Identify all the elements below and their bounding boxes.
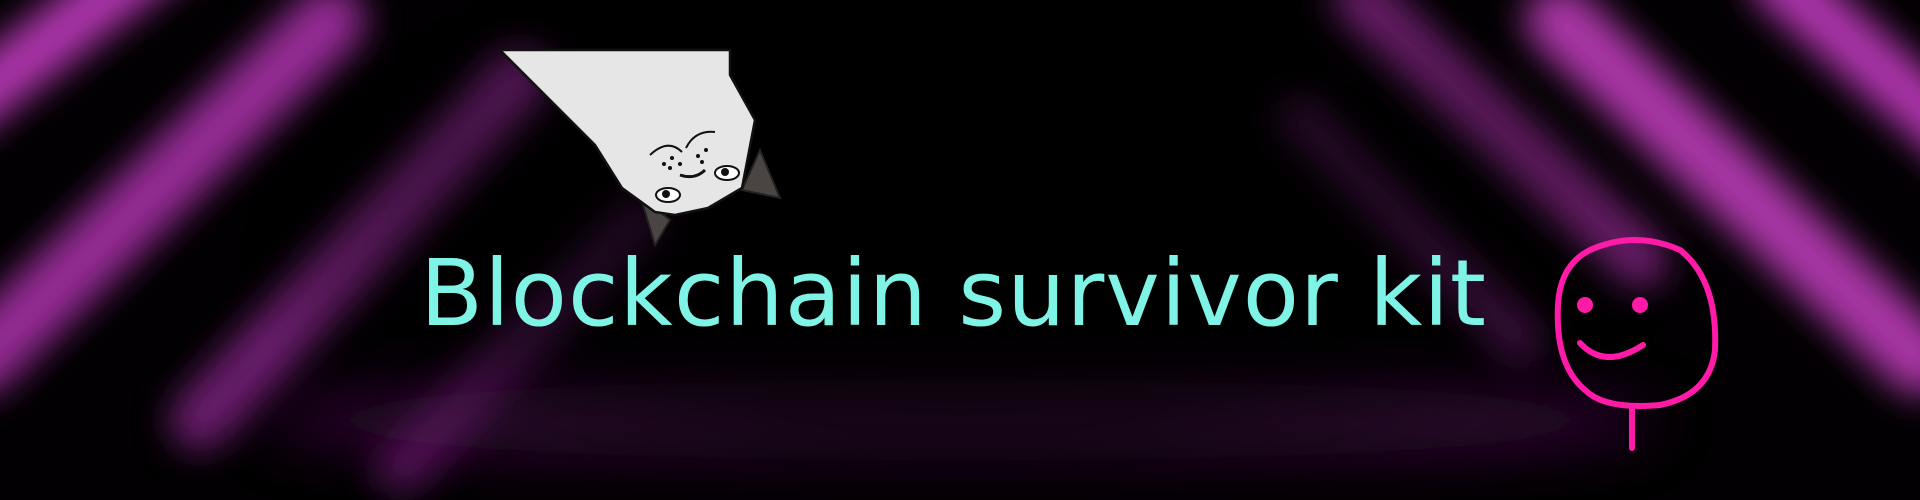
upside-down-cat-icon — [498, 48, 782, 248]
page-title: Blockchain survivor kit — [420, 240, 1487, 347]
smiley-lollipop-icon — [1554, 237, 1719, 451]
hero-banner: Blockchain survivor kit — [0, 0, 1920, 500]
